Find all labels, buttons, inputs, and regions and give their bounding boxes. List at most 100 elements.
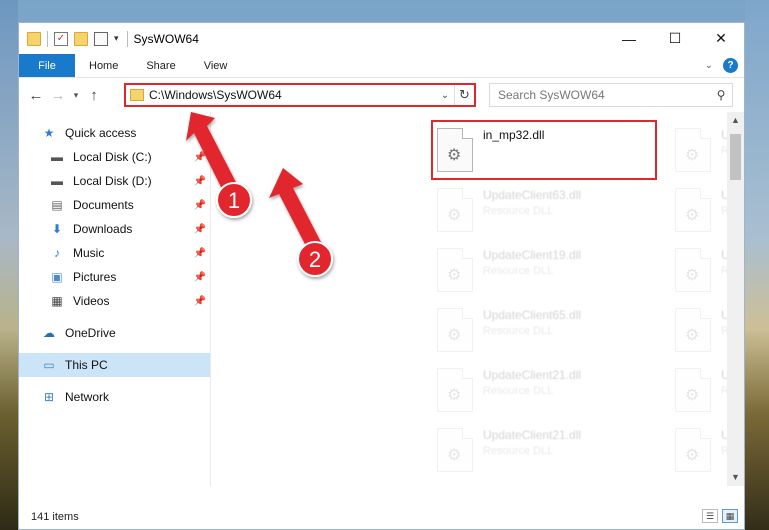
dll-file-icon: ⚙ bbox=[675, 428, 711, 472]
sidebar-item-label: OneDrive bbox=[65, 326, 116, 340]
sidebar-item-local-disk-c[interactable]: ▬ Local Disk (C:) 📌 bbox=[19, 145, 210, 169]
gear-icon: ⚙ bbox=[447, 207, 462, 224]
sidebar-item-network[interactable]: ⊞ Network bbox=[19, 385, 210, 409]
pin-icon[interactable]: 📌 bbox=[194, 296, 206, 307]
sidebar-item-quick-access[interactable]: ★ Quick access bbox=[19, 121, 210, 145]
pin-icon[interactable]: 📌 bbox=[194, 200, 206, 211]
desktop-background-right bbox=[745, 0, 769, 530]
explorer-body: ★ Quick access ▬ Local Disk (C:) 📌 ▬ Loc… bbox=[19, 112, 744, 486]
refresh-icon[interactable]: ↻ bbox=[454, 85, 474, 105]
address-dropdown-chevron-icon[interactable]: ⌄ bbox=[436, 90, 454, 101]
desktop-background-left bbox=[0, 0, 18, 530]
sidebar-item-pictures[interactable]: ▣ Pictures 📌 bbox=[19, 265, 210, 289]
tab-share[interactable]: Share bbox=[132, 54, 189, 77]
gear-icon: ⚙ bbox=[685, 267, 700, 284]
customize-toolbar-chevron-icon[interactable]: ▾ bbox=[114, 33, 119, 44]
highlight-box bbox=[431, 120, 657, 180]
file-type: Resource DLL bbox=[483, 325, 554, 337]
minimize-button[interactable]: — bbox=[606, 23, 652, 54]
search-input[interactable]: Search SysWOW64 bbox=[498, 88, 710, 102]
sidebar-item-label: Documents bbox=[73, 198, 134, 212]
ribbon-tabs: File Home Share View ⌄ ? bbox=[19, 54, 744, 78]
music-icon: ♪ bbox=[54, 246, 60, 260]
scroll-thumb[interactable] bbox=[730, 134, 741, 180]
file-name: UpdateClient21.dll bbox=[483, 428, 582, 442]
sidebar-item-label: Network bbox=[65, 390, 110, 404]
up-arrow-icon[interactable]: ↑ bbox=[83, 87, 105, 104]
scroll-up-arrow-icon[interactable]: ▲ bbox=[727, 112, 744, 129]
sidebar-item-onedrive[interactable]: ☁ OneDrive bbox=[19, 321, 210, 345]
vertical-scrollbar[interactable]: ▲ ▼ bbox=[727, 112, 744, 486]
file-item[interactable]: ⚙ UpdateClient19.dll Resource DLL bbox=[431, 242, 651, 298]
sidebar-item-videos[interactable]: ▦ Videos 📌 bbox=[19, 289, 210, 313]
sidebar-item-label: Pictures bbox=[73, 270, 117, 284]
file-name: UpdateClient21.dll bbox=[483, 368, 582, 382]
pin-icon[interactable]: 📌 bbox=[194, 248, 206, 259]
help-icon[interactable]: ? bbox=[723, 58, 738, 73]
file-explorer-window: ✓ ▾ SysWOW64 — ☐ ✕ File Home Share View … bbox=[18, 22, 745, 530]
file-item[interactable]: ⚙ UpdateClient63.dll Resource DLL bbox=[431, 182, 651, 238]
dll-file-icon: ⚙ bbox=[675, 308, 711, 352]
sidebar-item-label: Local Disk (C:) bbox=[73, 150, 152, 164]
expand-ribbon-chevron-icon[interactable]: ⌄ bbox=[705, 60, 713, 71]
maximize-button[interactable]: ☐ bbox=[652, 23, 698, 54]
gear-icon: ⚙ bbox=[685, 207, 700, 224]
dll-file-icon: ⚙ bbox=[437, 308, 473, 352]
close-button[interactable]: ✕ bbox=[698, 23, 744, 54]
large-icons-view-icon[interactable]: ▦ bbox=[722, 509, 738, 523]
file-type: Resource DLL bbox=[483, 205, 554, 217]
file-type: Resource DLL bbox=[483, 445, 554, 457]
file-type: Resource DLL bbox=[483, 265, 554, 277]
file-item[interactable]: ⚙ UpdateClient21.dll Resource DLL bbox=[431, 422, 651, 478]
search-icon[interactable]: ⚲ bbox=[710, 88, 732, 102]
drive-icon: ▬ bbox=[51, 150, 63, 164]
tab-file[interactable]: File bbox=[19, 54, 75, 77]
pictures-icon: ▣ bbox=[51, 270, 63, 284]
dll-file-icon: ⚙ bbox=[675, 188, 711, 232]
sidebar-item-local-disk-d[interactable]: ▬ Local Disk (D:) 📌 bbox=[19, 169, 210, 193]
sidebar-item-this-pc[interactable]: ▭ This PC bbox=[19, 353, 210, 377]
address-path[interactable]: C:\Windows\SysWOW64 bbox=[149, 88, 436, 102]
dll-file-icon: ⚙ bbox=[437, 368, 473, 412]
gear-icon: ⚙ bbox=[447, 327, 462, 344]
file-name: UpdateClient65.dll bbox=[483, 308, 582, 322]
sidebar-item-documents[interactable]: ▤ Documents 📌 bbox=[19, 193, 210, 217]
file-name: UpdateClient19.dll bbox=[483, 248, 582, 262]
gear-icon: ⚙ bbox=[447, 387, 462, 404]
dll-file-icon: ⚙ bbox=[675, 368, 711, 412]
gear-icon: ⚙ bbox=[447, 447, 462, 464]
status-bar: 141 items ☰ ▦ bbox=[19, 504, 744, 529]
drive-icon: ▬ bbox=[51, 174, 63, 188]
quick-access-separator bbox=[47, 30, 48, 47]
properties-icon[interactable] bbox=[94, 31, 108, 46]
download-icon: ⬇ bbox=[51, 222, 63, 236]
back-arrow-icon[interactable]: ← bbox=[25, 87, 47, 104]
scroll-down-arrow-icon[interactable]: ▼ bbox=[727, 469, 744, 486]
pin-icon[interactable]: 📌 bbox=[194, 152, 206, 163]
gear-icon: ⚙ bbox=[685, 147, 700, 164]
sidebar-item-music[interactable]: ♪ Music 📌 bbox=[19, 241, 210, 265]
window-title: SysWOW64 bbox=[133, 31, 199, 46]
address-bar[interactable]: C:\Windows\SysWOW64 ⌄ ↻ bbox=[124, 83, 476, 107]
tab-view[interactable]: View bbox=[190, 54, 242, 77]
details-view-icon[interactable]: ☰ bbox=[702, 509, 718, 523]
file-item[interactable]: ⚙ UpdateClient65.dll Resource DLL bbox=[431, 302, 651, 358]
search-box[interactable]: Search SysWOW64 ⚲ bbox=[489, 83, 733, 107]
sidebar-item-label: This PC bbox=[65, 358, 108, 372]
sidebar-item-label: Downloads bbox=[73, 222, 133, 236]
pin-icon[interactable]: 📌 bbox=[194, 176, 206, 187]
tab-home[interactable]: Home bbox=[75, 54, 132, 77]
pin-icon[interactable]: 📌 bbox=[194, 272, 206, 283]
gear-icon: ⚙ bbox=[685, 387, 700, 404]
forward-arrow-icon[interactable]: → bbox=[47, 87, 69, 104]
file-item[interactable]: ⚙ UpdateClient21.dll Resource DLL bbox=[431, 362, 651, 418]
cloud-icon: ☁ bbox=[43, 326, 55, 340]
file-list: ⚙ in_mp32.dll ⚙ UpdateClient63.dll Resour… bbox=[211, 112, 744, 486]
recent-locations-chevron-icon[interactable]: ▾ bbox=[69, 90, 83, 101]
new-folder-icon[interactable] bbox=[74, 31, 88, 46]
properties-check-icon[interactable]: ✓ bbox=[54, 31, 68, 46]
sidebar-item-downloads[interactable]: ⬇ Downloads 📌 bbox=[19, 217, 210, 241]
dll-file-icon: ⚙ bbox=[675, 248, 711, 292]
file-name: UpdateClient63.dll bbox=[483, 188, 582, 202]
pin-icon[interactable]: 📌 bbox=[194, 224, 206, 235]
